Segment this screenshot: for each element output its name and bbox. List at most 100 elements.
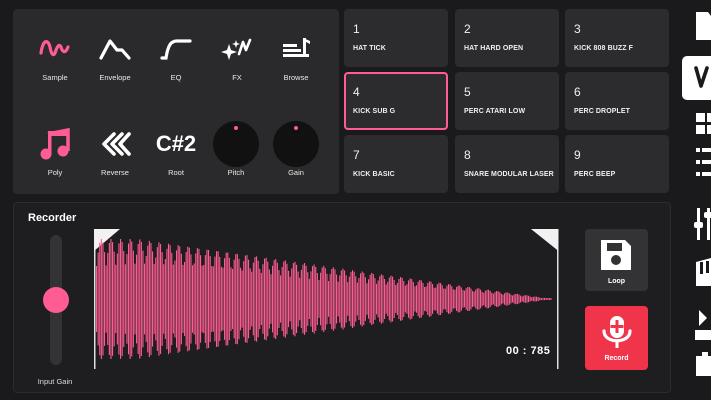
- waveform-display[interactable]: [94, 229, 562, 369]
- tool-fx[interactable]: FX: [207, 29, 267, 82]
- tool-label: FX: [232, 73, 242, 82]
- record-button[interactable]: Record: [585, 306, 648, 370]
- waveform-bar: [174, 260, 176, 338]
- waveform-bar: [540, 298, 542, 300]
- waveform-bar: [464, 290, 466, 308]
- start-marker-handle[interactable]: [94, 229, 120, 251]
- waveform-bar: [420, 280, 422, 318]
- waveform-bar: [220, 266, 222, 332]
- waveform-bar: [348, 276, 350, 322]
- waveform-bar: [142, 250, 144, 348]
- waveform-bar: [294, 261, 296, 337]
- waveform-bar: [110, 239, 112, 359]
- waveform-bar: [422, 283, 424, 315]
- sliders-icon[interactable]: [694, 208, 711, 240]
- pad-1[interactable]: 1 HAT TICK: [344, 9, 448, 67]
- waveform-bar: [196, 248, 198, 350]
- pad-5[interactable]: 5 PERC ATARI LOW: [455, 72, 559, 130]
- waveform-bar: [499, 292, 501, 306]
- waveform-bar: [163, 264, 165, 334]
- floppy-disk-icon: [601, 240, 631, 270]
- waveform-bar: [491, 292, 493, 306]
- tool-poly[interactable]: Poly: [25, 124, 85, 177]
- list-icon[interactable]: [696, 148, 711, 176]
- waveform-bar: [502, 294, 504, 304]
- pad-7[interactable]: 7 KICK BASIC: [344, 135, 448, 193]
- waveform-bar: [428, 281, 430, 317]
- waveform-bar: [355, 276, 357, 322]
- waveform-bar: [550, 298, 552, 300]
- waveform-bar: [280, 275, 282, 323]
- waveform-bar: [284, 260, 286, 338]
- waveform-bar: [368, 279, 370, 319]
- pad-number: 5: [464, 85, 471, 99]
- waveform-bar: [291, 268, 293, 330]
- tool-root[interactable]: C#2 Root: [146, 124, 206, 177]
- pad-9[interactable]: 9 PERC BEEP: [565, 135, 669, 193]
- tool-pitch[interactable]: Pitch: [206, 121, 266, 177]
- waveform-bar: [374, 278, 376, 320]
- piano-icon[interactable]: [696, 258, 711, 286]
- grid-icon[interactable]: [696, 113, 711, 134]
- pad-8[interactable]: 8 SNARE MODULAR LASER: [455, 135, 559, 193]
- waveform-bar: [414, 286, 416, 312]
- waveform-bar: [276, 262, 278, 336]
- waveform-bar: [244, 255, 246, 343]
- waveform-bar: [531, 297, 533, 301]
- waveform-tab-icon[interactable]: [682, 56, 711, 100]
- pad-4[interactable]: 4 KICK SUB G: [344, 72, 448, 130]
- waveform-bar: [377, 280, 379, 318]
- waveform-bar: [376, 283, 378, 315]
- loop-button[interactable]: Loop: [585, 229, 648, 291]
- waveform-bar: [388, 277, 390, 321]
- file-icon[interactable]: [696, 12, 711, 40]
- waveform-bar: [217, 251, 219, 347]
- tool-sample[interactable]: Sample: [25, 29, 85, 82]
- waveform-bar: [425, 286, 427, 312]
- tool-reverse[interactable]: Reverse: [85, 124, 145, 177]
- tool-label: Poly: [47, 168, 63, 177]
- waveform-bar: [190, 254, 192, 344]
- transport-icon[interactable]: [695, 310, 711, 340]
- gain-knob[interactable]: [273, 121, 319, 167]
- tool-gain[interactable]: Gain: [266, 121, 326, 177]
- tool-browse[interactable]: Browse: [266, 29, 326, 82]
- waveform-bar: [164, 259, 166, 339]
- pad-grid: 1 HAT TICK 2 HAT HARD OPEN 3 KICK 808 BU…: [344, 9, 671, 195]
- waveform-bar: [473, 291, 475, 307]
- waveform-bar: [128, 243, 130, 355]
- music-note-icon: [25, 124, 85, 164]
- waveform-bar: [379, 276, 381, 322]
- waveform-bar: [320, 272, 322, 326]
- waveform-bar: [153, 263, 155, 334]
- pad-2[interactable]: 2 HAT HARD OPEN: [455, 9, 559, 67]
- waveform-bar: [187, 246, 189, 352]
- waveform-bar: [526, 295, 528, 303]
- waveform-bar: [481, 291, 483, 307]
- end-marker-handle[interactable]: [531, 229, 559, 251]
- pad-3[interactable]: 3 KICK 808 BUZZ F: [565, 9, 669, 67]
- waveform-bar: [433, 287, 435, 311]
- settings-icon[interactable]: [696, 352, 711, 376]
- waveform-bar: [337, 281, 339, 317]
- tool-eq[interactable]: EQ: [146, 29, 206, 82]
- tool-envelope[interactable]: Envelope: [85, 29, 145, 82]
- waveform-bar: [385, 284, 387, 314]
- waveform-bar: [548, 298, 550, 300]
- pitch-knob[interactable]: [213, 121, 259, 167]
- waveform-bar: [126, 254, 128, 344]
- waveform-bar: [156, 247, 158, 351]
- input-gain-slider-thumb[interactable]: [43, 287, 69, 313]
- waveform-bar: [449, 284, 451, 314]
- reverse-icon: [85, 124, 145, 164]
- waveform-bar: [332, 267, 334, 331]
- waveform-bar: [400, 277, 402, 321]
- waveform-bar: [452, 289, 454, 309]
- pad-6[interactable]: 6 PERC DROPLET: [565, 72, 669, 130]
- waveform-bar: [240, 267, 242, 331]
- waveform-bar: [534, 296, 536, 302]
- waveform-bar: [372, 274, 374, 324]
- waveform-bar: [403, 281, 405, 317]
- waveform-bar: [272, 265, 274, 333]
- waveform-bar: [102, 242, 104, 356]
